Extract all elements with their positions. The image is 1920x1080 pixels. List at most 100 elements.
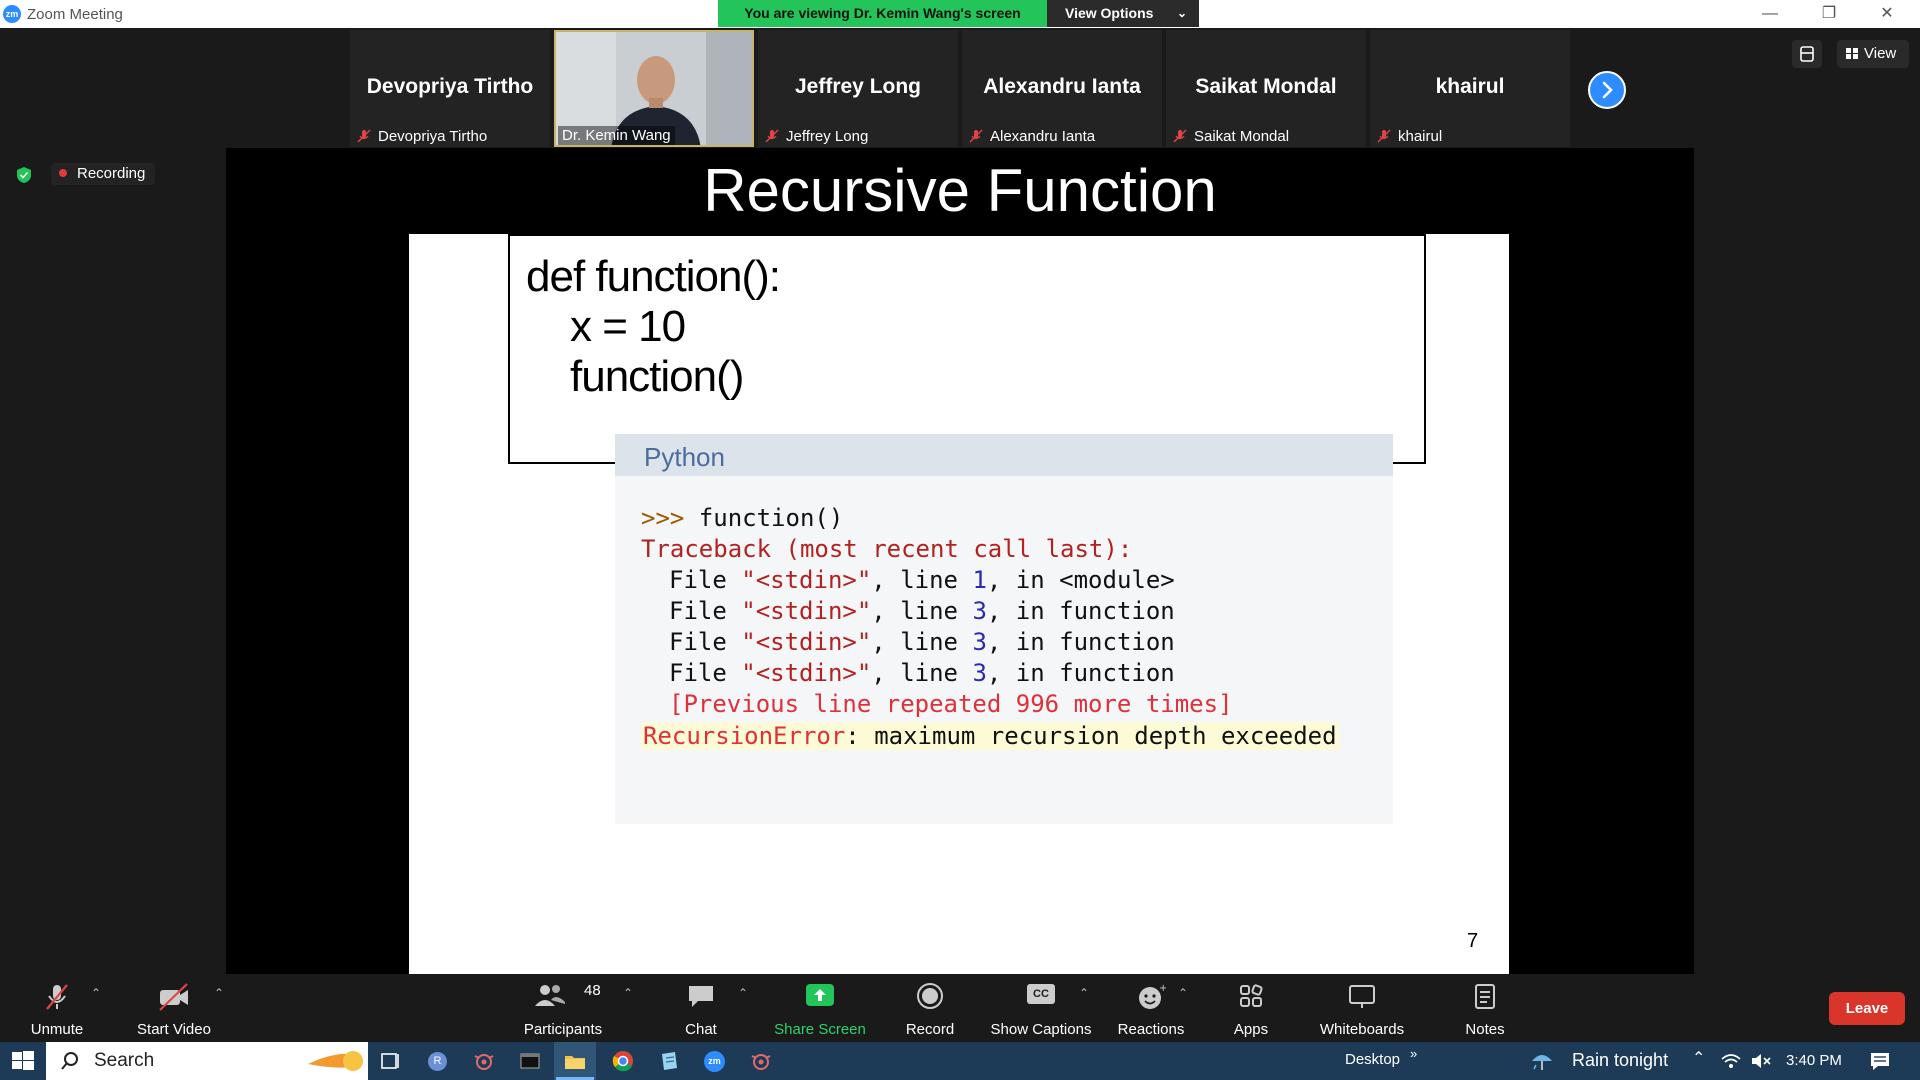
leave-button[interactable]: Leave [1829,992,1905,1025]
slide-page-number: 7 [1467,930,1479,952]
minimize-button[interactable]: — [1750,2,1790,26]
close-button[interactable]: ✕ [1867,2,1907,26]
recording-indicator[interactable]: Recording [51,163,156,185]
muted-mic-icon [46,984,68,1010]
show-captions-button[interactable]: CC Show Captions [985,974,1097,1042]
next-page-button[interactable] [1588,71,1626,109]
terminal-app-icon[interactable] [516,1047,544,1075]
record-icon [917,983,943,1009]
captions-caret-icon[interactable]: ⌃ [1079,986,1089,1000]
clock-time[interactable]: 3:40 PM [1786,1052,1842,1069]
unmute-button[interactable]: Unmute [20,974,94,1042]
console-frame: File "<stdin>", line 1, in <module> [669,566,1175,594]
console-prompt: >>> [641,504,685,532]
chrome-icon[interactable] [609,1047,637,1075]
desktop-toolbar-label[interactable]: Desktop [1345,1051,1400,1068]
slide-body: def function(): x = 10 function() Python… [409,234,1509,974]
participant-video-tile[interactable]: Dr. Kemin Wang [554,30,754,147]
view-options-label: View Options [1065,5,1154,21]
reactions-button[interactable]: + Reactions [1112,974,1190,1042]
windows-start-icon[interactable] [9,1047,37,1075]
apps-button[interactable]: Apps [1220,974,1282,1042]
taskbar-search-box[interactable]: Search [46,1042,368,1080]
chat-label: Chat [685,1021,717,1038]
participant-tile[interactable]: Devopriya Tirtho Devopriya Tirtho [350,30,550,147]
notepad-app-icon[interactable] [655,1047,683,1075]
participant-tile[interactable]: khairul khairul [1370,30,1570,147]
chat-caret-icon[interactable]: ⌃ [738,986,748,1000]
frame-file: File [669,628,742,656]
bug-app-icon[interactable] [470,1047,498,1075]
console-frame: File "<stdin>", line 3, in function [669,597,1175,625]
network-icon[interactable] [1717,1047,1745,1075]
start-video-button[interactable]: Start Video [131,974,217,1042]
captions-icon: CC [1027,984,1055,1004]
layout-toggle-button[interactable] [1792,40,1822,68]
r-app-icon[interactable]: R [428,1052,447,1071]
participant-label: Jeffrey Long [786,128,869,145]
participant-label: Devopriya Tirtho [378,128,488,145]
frame-name: "<stdin>" [741,628,872,656]
notifications-icon[interactable] [1866,1047,1894,1075]
notes-button[interactable]: Notes [1454,974,1516,1042]
restore-button[interactable]: ❐ [1809,2,1849,26]
zoom-taskbar-icon[interactable]: zm [704,1051,725,1072]
code-line: x = 10 [570,302,686,351]
search-highlight-illustration [308,1051,363,1071]
weather-label[interactable]: Rain tonight [1572,1050,1668,1071]
frame-line: 3 [972,597,987,625]
participant-label: khairul [1398,128,1443,145]
frame-line: 3 [972,659,987,687]
code-line: def function(): [526,252,781,301]
view-button[interactable]: View [1837,40,1909,68]
frame-line: 3 [972,628,987,656]
security-shield-icon[interactable] [16,166,32,184]
participants-button[interactable]: 48 Participants [516,974,610,1042]
participants-label: Participants [523,1021,603,1038]
file-explorer-icon[interactable] [561,1047,589,1075]
error-message: : maximum recursion depth exceeded [845,722,1337,750]
umbrella-icon[interactable] [1528,1047,1556,1075]
participants-caret-icon[interactable]: ⌃ [623,986,633,1000]
frame-line: 1 [972,566,987,594]
console-error: RecursionError: maximum recursion depth … [641,722,1339,750]
participant-name-large: Alexandru Ianta [983,75,1141,98]
reactions-caret-icon[interactable]: ⌃ [1178,986,1188,1000]
bug-app-icon-2[interactable] [747,1047,775,1075]
zoom-app-icon: zm [3,5,21,23]
video-options-caret-icon[interactable]: ⌃ [214,986,224,1000]
console-traceback: Traceback (most recent call last): [641,535,1133,563]
console-call: function() [684,504,844,532]
code-box: def function(): x = 10 function() [508,234,1426,464]
muted-mic-icon [969,129,983,143]
participants-count: 48 [584,982,601,999]
desktop-expand-icon[interactable]: » [1410,1046,1417,1061]
show-hidden-icons-chevron-icon[interactable]: ⌃ [1692,1048,1705,1068]
audio-options-caret-icon[interactable]: ⌃ [91,986,101,1000]
participant-tile[interactable]: Saikat Mondal Saikat Mondal [1166,30,1366,147]
share-screen-icon [806,984,834,1006]
window-titlebar: zm Zoom Meeting You are viewing Dr. Kemi… [0,0,1920,28]
chevron-right-icon [1602,81,1613,99]
viewing-screen-banner: You are viewing Dr. Kemin Wang's screen [718,0,1047,27]
participant-tile[interactable]: Jeffrey Long Jeffrey Long [758,30,958,147]
whiteboards-button[interactable]: Whiteboards [1314,974,1410,1042]
slide-title: Recursive Function [703,157,1217,224]
apps-icon [1240,984,1263,1007]
frame-name: "<stdin>" [741,566,872,594]
view-options-button[interactable]: View Options ⌄ [1047,0,1199,27]
task-view-icon[interactable] [376,1047,404,1075]
participant-tile[interactable]: Alexandru Ianta Alexandru Ianta [962,30,1162,147]
participant-strip: Devopriya Tirtho Devopriya Tirtho Dr. Ke… [350,30,1570,148]
share-screen-button[interactable]: Share Screen [770,974,870,1042]
console-line: >>> function() [641,504,843,532]
start-video-label: Start Video [137,1021,211,1038]
speaker-muted-icon[interactable] [1747,1047,1775,1075]
participants-icon [534,985,565,1006]
chat-button[interactable]: Chat [668,974,734,1042]
record-button[interactable]: Record [893,974,967,1042]
participant-name-large: khairul [1435,75,1505,98]
search-icon [61,1052,78,1070]
chevron-down-icon: ⌄ [1176,6,1187,20]
frame-mid: , line [871,566,973,594]
